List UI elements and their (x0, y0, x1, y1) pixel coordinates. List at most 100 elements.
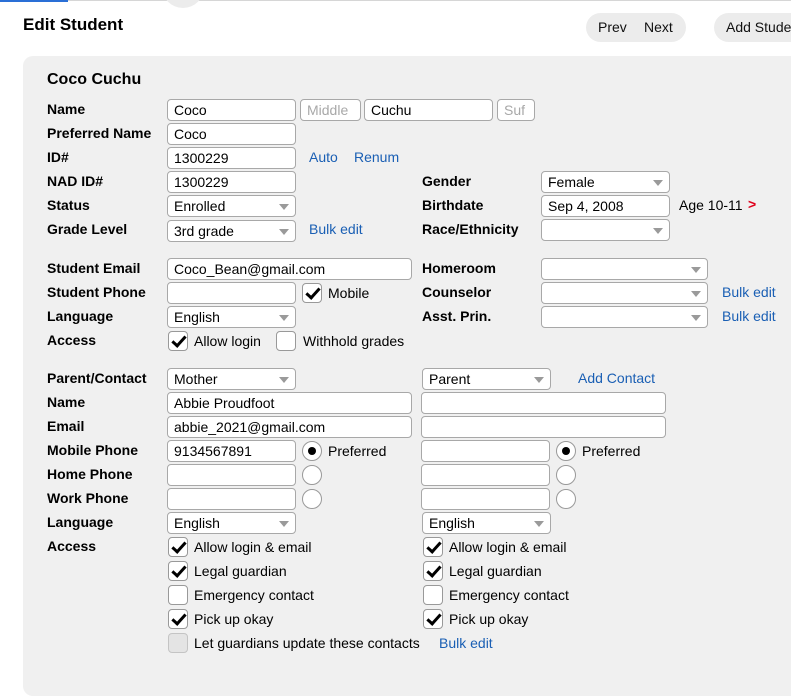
contact2-emergency-checkbox[interactable] (423, 585, 443, 605)
contact2-legal-guardian-checkbox[interactable] (423, 561, 443, 581)
contact2-emergency-label: Emergency contact (449, 587, 569, 603)
contact1-emergency-label: Emergency contact (194, 587, 314, 603)
let-guardians-update-checkbox[interactable] (168, 633, 188, 653)
contact2-pickup-checkbox[interactable] (423, 609, 443, 629)
contact2-work-preferred-radio[interactable] (556, 489, 576, 509)
next-button[interactable]: Next (644, 13, 673, 42)
contact1-name-input[interactable] (167, 392, 412, 414)
contact1-legal-guardian-checkbox[interactable] (168, 561, 188, 581)
contact2-allow-login-checkbox[interactable] (423, 537, 443, 557)
middle-name-input[interactable] (300, 99, 361, 121)
contact1-relation-value: Mother (174, 371, 218, 387)
chevron-down-icon (534, 377, 544, 383)
contact2-preferred-label: Preferred (582, 443, 641, 459)
contact2-relation-value: Parent (429, 371, 471, 387)
race-select[interactable] (541, 219, 670, 241)
contact2-email-input[interactable] (421, 416, 666, 438)
label-work-phone: Work Phone (47, 490, 129, 506)
contact1-language-select[interactable]: English (167, 512, 296, 534)
contact2-work-input[interactable] (421, 488, 550, 510)
contact1-legal-guardian-label: Legal guardian (194, 563, 287, 579)
guardians-bulk-edit-link[interactable]: Bulk edit (439, 635, 493, 651)
gender-value: Female (548, 174, 595, 190)
contact1-preferred-label: Preferred (328, 443, 387, 459)
contact2-mobile-input[interactable] (421, 440, 550, 462)
contact2-home-preferred-radio[interactable] (556, 465, 576, 485)
withhold-grades-label: Withhold grades (303, 333, 405, 349)
contact1-language-value: English (174, 515, 220, 531)
contact2-pickup-label: Pick up okay (449, 611, 529, 627)
contact2-name-input[interactable] (421, 392, 666, 414)
contact1-home-preferred-radio[interactable] (302, 465, 322, 485)
status-select[interactable]: Enrolled (167, 195, 296, 217)
id-input[interactable] (167, 147, 296, 169)
counselor-bulk-edit-link[interactable]: Bulk edit (722, 284, 776, 300)
label-contact-access: Access (47, 538, 97, 554)
label-status: Status (47, 197, 90, 213)
chevron-down-icon (279, 315, 289, 321)
label-preferred-name: Preferred Name (47, 125, 152, 141)
student-language-select[interactable]: English (167, 306, 296, 328)
homeroom-select[interactable] (541, 258, 708, 280)
chevron-down-icon (653, 228, 663, 234)
student-phone-input[interactable] (167, 282, 296, 304)
suffix-input[interactable] (497, 99, 535, 121)
contact2-language-value: English (429, 515, 475, 531)
top-divider (0, 0, 791, 1)
renum-link[interactable]: Renum (354, 149, 399, 165)
student-email-input[interactable] (167, 258, 412, 280)
student-full-name: Coco Cuchu (47, 71, 142, 88)
status-value: Enrolled (174, 198, 226, 214)
label-contact-email: Email (47, 418, 85, 434)
contact1-home-input[interactable] (167, 464, 296, 486)
contact1-work-preferred-radio[interactable] (302, 489, 322, 509)
contact2-language-select[interactable]: English (422, 512, 551, 534)
allow-login-checkbox[interactable] (168, 331, 188, 351)
gender-select[interactable]: Female (541, 171, 670, 193)
contact1-email-input[interactable] (167, 416, 412, 438)
grade-level-select[interactable]: 3rd grade (167, 220, 296, 242)
nad-id-input[interactable] (167, 171, 296, 193)
age-arrow-icon[interactable]: > (748, 196, 756, 212)
preferred-name-input[interactable] (167, 123, 296, 145)
birthdate-input[interactable] (541, 195, 670, 217)
asst-prin-select[interactable] (541, 306, 708, 328)
label-student-language: Language (47, 308, 114, 324)
contact1-mobile-input[interactable] (167, 440, 296, 462)
label-gender: Gender (422, 173, 472, 189)
contact1-relation-select[interactable]: Mother (167, 368, 296, 390)
contact1-work-input[interactable] (167, 488, 296, 510)
add-student-button[interactable]: Add Student (714, 13, 791, 42)
contact1-pickup-checkbox[interactable] (168, 609, 188, 629)
contact1-mobile-preferred-radio[interactable] (302, 441, 322, 461)
last-name-input[interactable] (364, 99, 493, 121)
contact1-allow-login-checkbox[interactable] (168, 537, 188, 557)
contact2-mobile-preferred-radio[interactable] (556, 441, 576, 461)
allow-login-label: Allow login (194, 333, 261, 349)
chevron-down-icon (534, 521, 544, 527)
tab-handle[interactable] (162, 0, 204, 8)
auto-id-link[interactable]: Auto (309, 149, 338, 165)
counselor-select[interactable] (541, 282, 708, 304)
label-student-email: Student Email (47, 260, 141, 276)
prev-next-group: Prev Next (586, 13, 686, 42)
contact2-home-input[interactable] (421, 464, 550, 486)
label-mobile-phone: Mobile Phone (47, 442, 138, 458)
add-contact-link[interactable]: Add Contact (578, 370, 655, 386)
prev-button[interactable]: Prev (598, 13, 627, 42)
add-student-label: Add Student (726, 19, 791, 35)
grade-bulk-edit-link[interactable]: Bulk edit (309, 221, 363, 237)
mobile-checkbox[interactable] (302, 283, 322, 303)
mobile-label: Mobile (328, 285, 370, 301)
label-student-phone: Student Phone (47, 284, 146, 300)
first-name-input[interactable] (167, 99, 296, 121)
asst-prin-bulk-edit-link[interactable]: Bulk edit (722, 308, 776, 324)
contact1-pickup-label: Pick up okay (194, 611, 274, 627)
chevron-down-icon (691, 315, 701, 321)
label-grade-level: Grade Level (47, 221, 128, 237)
label-parent-contact: Parent/Contact (47, 370, 147, 386)
contact2-relation-select[interactable]: Parent (422, 368, 551, 390)
label-nad-id: NAD ID# (47, 173, 104, 189)
contact1-emergency-checkbox[interactable] (168, 585, 188, 605)
withhold-grades-checkbox[interactable] (276, 331, 296, 351)
